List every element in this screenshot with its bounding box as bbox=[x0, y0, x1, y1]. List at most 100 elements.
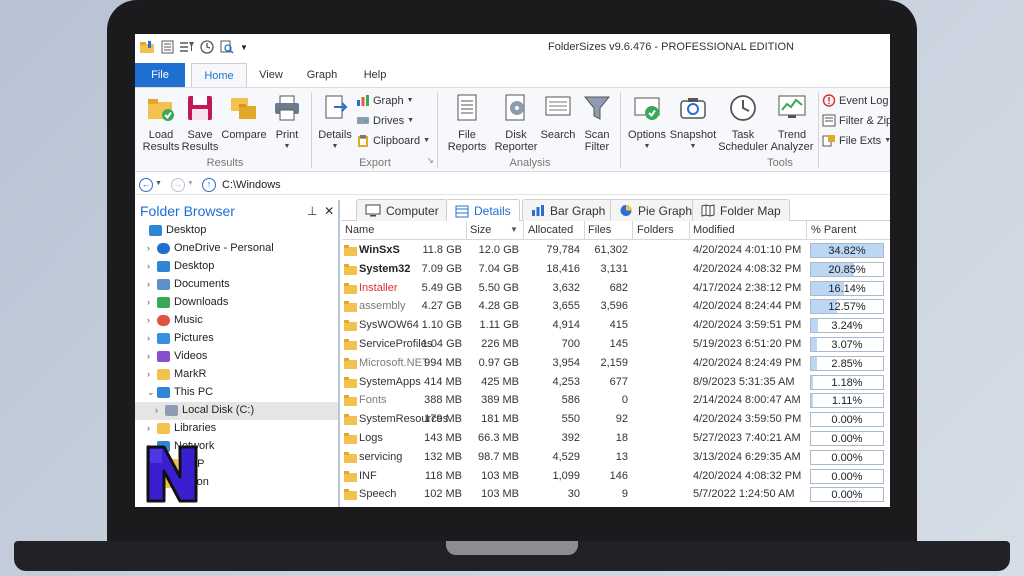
table-row[interactable]: SystemResources 179 MB 181 MB 550 92 4/20/202… bbox=[342, 410, 890, 429]
tree-item[interactable]: ⌄ This PC bbox=[135, 384, 338, 402]
forward-arrow-icon[interactable]: → bbox=[171, 178, 185, 192]
column-divider[interactable] bbox=[689, 221, 690, 240]
file-reports-button[interactable]: File Reports bbox=[443, 93, 491, 153]
tree-item[interactable]: › MarkR bbox=[135, 366, 338, 384]
expand-chevron-icon[interactable]: › bbox=[147, 351, 150, 361]
column-divider[interactable] bbox=[466, 221, 467, 240]
details-dropdown-icon[interactable]: ▼ bbox=[317, 141, 353, 153]
report-icon[interactable] bbox=[159, 39, 175, 55]
drives-dropdown-icon[interactable]: ▼ bbox=[407, 117, 414, 124]
back-arrow-icon[interactable]: ← bbox=[139, 178, 153, 192]
tree-item[interactable]: › Libraries bbox=[135, 420, 338, 438]
expand-chevron-icon[interactable]: › bbox=[155, 405, 158, 415]
expand-chevron-icon[interactable]: › bbox=[147, 261, 150, 271]
menu-tab-help[interactable]: Help bbox=[357, 63, 393, 87]
table-row[interactable]: servicing 132 MB 98.7 MB 4,529 13 3/13/2024 6… bbox=[342, 448, 890, 467]
tree-item[interactable]: › OneDrive - Personal bbox=[135, 240, 338, 258]
options-dropdown-icon[interactable]: ▼ bbox=[625, 141, 669, 153]
tab-folder-map[interactable]: Folder Map bbox=[692, 199, 790, 221]
column-header-percent-parent[interactable]: % Parent bbox=[811, 224, 856, 236]
app-folder-icon[interactable] bbox=[139, 39, 155, 55]
tree-item[interactable]: › Videos bbox=[135, 348, 338, 366]
table-row[interactable]: System32 7.09 GB 7.04 GB 18,416 3,131 4/20/20… bbox=[342, 260, 890, 279]
snapshot-dropdown-icon[interactable]: ▼ bbox=[669, 141, 717, 153]
collapse-chevron-icon[interactable]: ⌄ bbox=[147, 387, 155, 398]
close-icon[interactable]: ✕ bbox=[324, 204, 334, 218]
disk-reporter-button[interactable]: Disk Reporter bbox=[493, 93, 539, 153]
menu-tab-home[interactable]: Home bbox=[191, 63, 247, 87]
expand-chevron-icon[interactable]: › bbox=[147, 369, 150, 379]
up-arrow-icon[interactable]: ↑ bbox=[202, 178, 216, 192]
tab-pie-graph[interactable]: Pie Graph bbox=[610, 199, 702, 221]
column-header-name[interactable]: Name bbox=[345, 224, 374, 236]
column-divider[interactable] bbox=[584, 221, 585, 240]
expand-chevron-icon[interactable]: › bbox=[147, 297, 150, 307]
table-row[interactable]: assembly 4.27 GB 4.28 GB 3,655 3,596 4/20/202… bbox=[342, 297, 890, 316]
graph-export-button[interactable]: Graph ▼ bbox=[356, 94, 414, 107]
drives-export-button[interactable]: Drives ▼ bbox=[356, 114, 414, 127]
filter-zip-button[interactable]: Filter & Zip bbox=[822, 114, 890, 127]
table-row[interactable]: Installer 5.49 GB 5.50 GB 3,632 682 4/17/2024… bbox=[342, 279, 890, 298]
table-row[interactable]: SystemApps 414 MB 425 MB 4,253 677 8/9/2023 5… bbox=[342, 373, 890, 392]
column-divider[interactable] bbox=[523, 221, 524, 240]
pin-icon[interactable]: ⊥ bbox=[307, 204, 317, 218]
tab-bar-graph[interactable]: Bar Graph bbox=[522, 199, 615, 221]
tab-details[interactable]: Details bbox=[446, 199, 520, 222]
tree-item[interactable]: › Desktop bbox=[135, 258, 338, 276]
graph-dropdown-icon[interactable]: ▼ bbox=[407, 97, 414, 104]
export-launcher-icon[interactable]: ↘ bbox=[427, 156, 434, 165]
column-header-size[interactable]: Size bbox=[470, 224, 491, 236]
back-dropdown-icon[interactable]: ▼ bbox=[155, 180, 162, 187]
column-header-files[interactable]: Files bbox=[588, 224, 611, 236]
details-export-button[interactable]: Details ▼ bbox=[317, 93, 353, 153]
file-exts-dropdown-icon[interactable]: ▼ bbox=[884, 137, 890, 144]
file-exts-button[interactable]: File Exts ▼ bbox=[822, 134, 890, 147]
menu-tab-graph[interactable]: Graph bbox=[301, 63, 343, 87]
expand-chevron-icon[interactable]: › bbox=[147, 243, 150, 253]
table-row[interactable]: WinSxS 11.8 GB 12.0 GB 79,784 61,302 4/20/202… bbox=[342, 241, 890, 260]
search-button[interactable]: Search bbox=[539, 93, 577, 141]
sort-indicator-icon[interactable]: ▼ bbox=[510, 225, 518, 234]
expand-chevron-icon[interactable]: › bbox=[147, 279, 150, 289]
expand-chevron-icon[interactable]: › bbox=[147, 423, 150, 433]
trend-analyzer-button[interactable]: Trend Analyzer bbox=[769, 93, 815, 153]
menu-tab-view[interactable]: View bbox=[253, 63, 289, 87]
filter-list-icon[interactable] bbox=[179, 39, 195, 55]
tree-item[interactable]: › Music bbox=[135, 312, 338, 330]
table-row[interactable]: Speech 102 MB 103 MB 30 9 5/7/2022 1:24:50 AM… bbox=[342, 485, 890, 504]
tree-item[interactable]: Desktop bbox=[135, 222, 338, 240]
clipboard-export-button[interactable]: Clipboard ▼ bbox=[356, 134, 430, 147]
options-button[interactable]: Options ▼ bbox=[625, 93, 669, 153]
column-divider[interactable] bbox=[632, 221, 633, 240]
expand-chevron-icon[interactable]: › bbox=[147, 315, 150, 325]
tree-item[interactable]: › Documents bbox=[135, 276, 338, 294]
table-row[interactable]: Logs 143 MB 66.3 MB 392 18 5/27/2023 7:40:21 … bbox=[342, 429, 890, 448]
qat-dropdown-icon[interactable]: ▼ bbox=[239, 39, 249, 55]
menu-tab-file[interactable]: File bbox=[135, 63, 185, 87]
table-row[interactable]: SysWOW64 1.10 GB 1.11 GB 4,914 415 4/20/2024 … bbox=[342, 316, 890, 335]
tree-item[interactable]: › Pictures bbox=[135, 330, 338, 348]
tree-item[interactable]: › Downloads bbox=[135, 294, 338, 312]
print-button[interactable]: Print ▼ bbox=[269, 93, 305, 153]
clock-icon[interactable] bbox=[199, 39, 215, 55]
table-row[interactable]: Microsoft.NET 994 MB 0.97 GB 3,954 2,159 4/20… bbox=[342, 354, 890, 373]
expand-chevron-icon[interactable]: › bbox=[147, 333, 150, 343]
search-doc-icon[interactable] bbox=[219, 39, 235, 55]
column-header-folders[interactable]: Folders bbox=[637, 224, 674, 236]
column-divider[interactable] bbox=[806, 221, 807, 240]
save-results-button[interactable]: Save Results bbox=[181, 93, 219, 153]
table-row[interactable]: INF 118 MB 103 MB 1,099 146 4/20/2024 4:08:32… bbox=[342, 467, 890, 486]
table-row[interactable]: Fonts 388 MB 389 MB 586 0 2/14/2024 8:00:47 A… bbox=[342, 391, 890, 410]
compare-button[interactable]: Compare bbox=[221, 93, 267, 141]
event-log-button[interactable]: Event Log bbox=[822, 94, 889, 107]
scan-filter-button[interactable]: Scan Filter bbox=[579, 93, 615, 153]
tree-item[interactable]: › Local Disk (C:) bbox=[135, 402, 338, 420]
column-header-allocated[interactable]: Allocated bbox=[528, 224, 573, 236]
tab-computer[interactable]: Computer bbox=[356, 199, 448, 221]
print-dropdown-icon[interactable]: ▼ bbox=[269, 141, 305, 153]
column-header-modified[interactable]: Modified bbox=[693, 224, 735, 236]
load-results-button[interactable]: Load Results bbox=[141, 93, 181, 153]
forward-dropdown-icon[interactable]: ▼ bbox=[187, 180, 194, 187]
snapshot-button[interactable]: Snapshot ▼ bbox=[669, 93, 717, 153]
table-row[interactable]: ServiceProfiles 1.04 GB 226 MB 700 145 5/19/2… bbox=[342, 335, 890, 354]
